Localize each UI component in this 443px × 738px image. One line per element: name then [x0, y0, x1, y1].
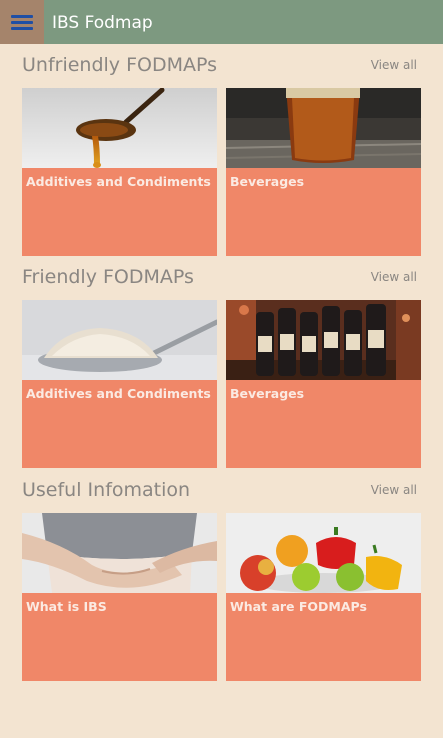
card-label: Beverages	[230, 174, 305, 189]
view-all-link[interactable]: View all	[371, 55, 417, 75]
hamburger-menu-icon[interactable]	[0, 0, 44, 44]
card-unfriendly-additives[interactable]: Additives and Condiments	[22, 88, 217, 256]
card-label: Additives and Condiments	[26, 174, 211, 189]
fruits-vegetables-image	[226, 513, 421, 593]
beer-glass-image	[226, 88, 421, 168]
section-useful-information: Useful Infomation View all What is IBS W…	[0, 477, 443, 687]
sugar-spoon-image	[22, 300, 217, 380]
section-title: Useful Infomation	[22, 479, 191, 501]
card-unfriendly-beverages[interactable]: Beverages	[226, 88, 421, 256]
honey-spoon-image	[22, 88, 217, 168]
section-unfriendly-fodmaps: Unfriendly FODMAPs View all Additives an…	[0, 52, 443, 262]
section-title: Unfriendly FODMAPs	[22, 54, 218, 76]
card-what-is-ibs[interactable]: What is IBS	[22, 513, 217, 681]
card-label: What is IBS	[26, 599, 107, 614]
wine-bottles-image	[226, 300, 421, 380]
app-title: IBS Fodmap	[52, 13, 153, 33]
section-friendly-fodmaps: Friendly FODMAPs View all Additives and …	[0, 264, 443, 474]
app-bar: IBS Fodmap	[0, 0, 443, 44]
card-label: Beverages	[230, 386, 305, 401]
card-friendly-additives[interactable]: Additives and Condiments	[22, 300, 217, 468]
card-label: Additives and Condiments	[26, 386, 211, 401]
card-what-are-fodmaps[interactable]: What are FODMAPs	[226, 513, 421, 681]
view-all-link[interactable]: View all	[371, 267, 417, 287]
section-title: Friendly FODMAPs	[22, 266, 194, 288]
stomach-pain-image	[22, 513, 217, 593]
view-all-link[interactable]: View all	[371, 480, 417, 500]
card-label: What are FODMAPs	[230, 599, 367, 614]
card-friendly-beverages[interactable]: Beverages	[226, 300, 421, 468]
